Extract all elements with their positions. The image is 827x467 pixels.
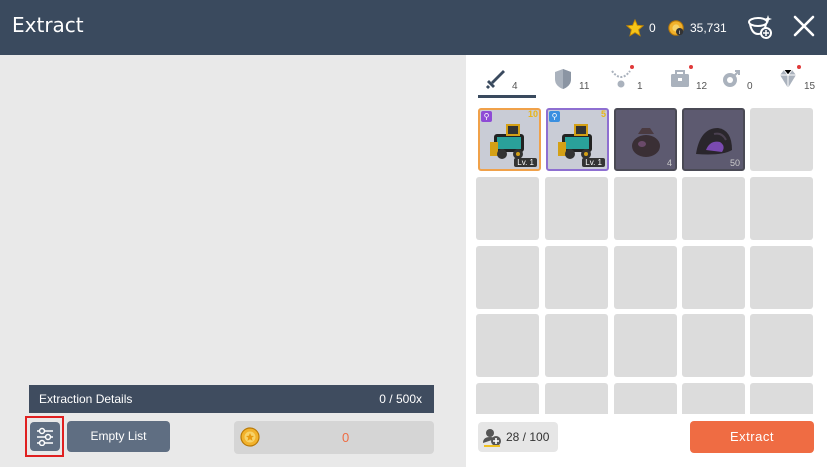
page-title: Extract [12,13,84,37]
empty-slot[interactable] [750,383,813,414]
refine-icon[interactable] [744,11,776,43]
item-quantity: 4 [666,158,672,168]
svg-text:i: i [679,30,680,36]
empty-slot[interactable] [750,314,813,377]
cannon-icon [558,124,592,159]
empty-slot[interactable] [476,246,539,309]
extraction-details-bar: Extraction Details 0 / 500x [29,385,434,413]
tab-count: 12 [696,81,708,92]
tab-active-indicator [478,95,536,98]
pouch-icon [632,128,660,157]
gold-coin-icon [240,427,260,447]
necklace-icon [611,70,631,88]
item-slot[interactable]: 4 [614,108,677,171]
item-grid: ⚲ 10 Lv. 1 ⚲ 5 Lv. 1 4 50 [476,107,826,414]
item-slot[interactable]: ⚲ 10 Lv. 1 [478,108,541,171]
sword-icon [485,70,505,90]
empty-list-button[interactable]: Empty List [67,421,170,452]
ore-icon [696,128,732,155]
cost-value: 0 [342,430,350,445]
item-slot[interactable]: ⚲ 5 Lv. 1 [546,108,609,171]
new-indicator [689,65,693,69]
inventory-capacity[interactable]: 28 / 100 [478,422,558,452]
tab-count: 1 [637,81,643,92]
empty-slot[interactable] [614,177,677,240]
coin-icon: i [668,20,684,36]
empty-slot[interactable] [545,314,608,377]
empty-slot[interactable] [545,383,608,414]
details-value: 0 / 500x [379,392,422,406]
tab-gem[interactable]: 15 [766,65,816,97]
item-slot[interactable]: 50 [682,108,745,171]
item-level: Lv. 1 [582,158,605,167]
empty-slot[interactable] [545,177,608,240]
filter-button[interactable] [30,422,60,451]
details-label: Extraction Details [39,392,133,406]
coin-count: 35,731 [690,21,727,35]
header-bar: Extract 0 i 35,731 [0,0,827,55]
new-indicator [797,65,801,69]
chest-icon [671,70,689,87]
star-currency: 0 [626,19,656,37]
empty-slot[interactable] [545,246,608,309]
inventory-expand-icon [483,429,501,447]
empty-slot[interactable] [614,246,677,309]
tab-shield[interactable]: 11 [541,65,591,97]
tab-count: 4 [512,81,518,92]
gem-icon [780,69,796,88]
empty-slot[interactable] [750,177,813,240]
inventory-count: 28 / 100 [506,430,550,444]
star-icon [626,19,644,37]
empty-slot[interactable] [682,246,745,309]
coin-currency: i 35,731 [667,19,727,37]
tab-count: 11 [579,81,590,92]
tab-accessory[interactable]: 0 [709,65,759,97]
category-tabs: 4 11 1 12 0 15 [466,55,827,98]
accessory-icon [723,70,740,87]
close-icon[interactable] [792,14,816,38]
tab-count: 15 [804,81,816,92]
tab-necklace[interactable]: 1 [599,65,649,97]
empty-slot[interactable] [614,314,677,377]
tab-count: 0 [747,81,753,92]
shield-icon [555,69,571,89]
extract-button[interactable]: Extract [690,421,814,453]
tab-chest[interactable]: 12 [658,65,708,97]
empty-slot[interactable] [476,383,539,414]
inventory-panel: 4 11 1 12 0 15 ⚲ 10 Lv. 1 ⚲ 5 Lv. 1 4 50… [466,55,827,467]
empty-slot[interactable] [476,177,539,240]
item-level: Lv. 1 [514,158,537,167]
empty-slot[interactable] [750,246,813,309]
cannon-icon [490,124,524,159]
star-count: 0 [649,21,656,35]
empty-slot[interactable] [682,383,745,414]
tab-weapon[interactable]: 4 [474,65,536,98]
empty-slot[interactable] [476,314,539,377]
empty-slot[interactable] [614,383,677,414]
extraction-cost: 0 [234,421,434,454]
sliders-icon [37,427,53,446]
empty-slot[interactable] [682,314,745,377]
new-indicator [630,65,634,69]
empty-slot[interactable] [750,108,813,171]
item-quantity: 50 [729,158,740,168]
empty-slot[interactable] [682,177,745,240]
